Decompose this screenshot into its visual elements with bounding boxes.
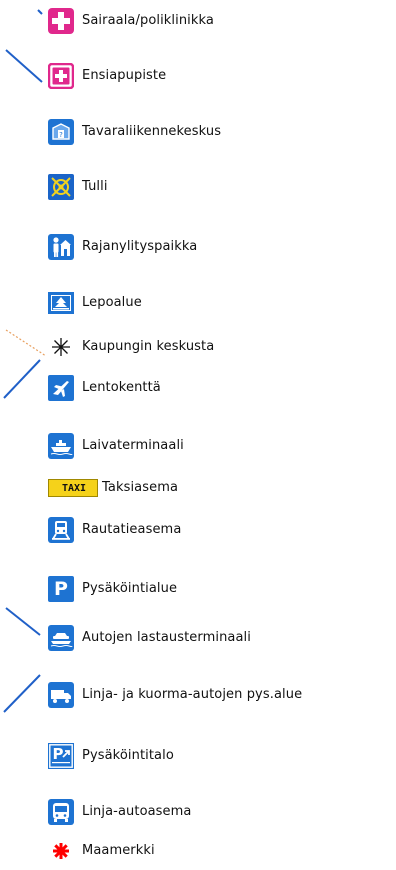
landmark-icon <box>48 838 74 864</box>
car-ferry-terminal-icon <box>48 625 74 651</box>
svg-text:?: ? <box>59 131 63 139</box>
railway-station-icon <box>48 517 74 543</box>
legend-label: Pysäköintialue <box>82 581 178 596</box>
city-center-icon <box>48 334 74 360</box>
legend-item-city-center: Kaupungin keskusta <box>48 332 214 362</box>
truck-parking-icon <box>48 682 74 708</box>
ship-terminal-icon <box>48 433 74 459</box>
parking-icon-text: P <box>54 578 68 600</box>
taxi-icon: TAXI <box>48 475 100 501</box>
legend-label: Autojen lastausterminaali <box>82 630 251 645</box>
map-legend: Sairaala/poliklinikka Ensiapupiste ? Tav… <box>0 0 396 870</box>
first-aid-icon <box>48 63 74 89</box>
parking-icon: P <box>48 576 74 602</box>
parking-garage-icon: P <box>48 743 74 769</box>
legend-item-hospital: Sairaala/poliklinikka <box>48 6 214 36</box>
parking-garage-icon-text: P <box>52 745 64 763</box>
legend-label: Lentokenttä <box>82 380 161 395</box>
legend-item-parking-garage: P Pysäköintitalo <box>48 741 174 771</box>
legend-item-first-aid: Ensiapupiste <box>48 61 166 91</box>
legend-label: Laivaterminaali <box>82 438 184 453</box>
legend-label: Taksiasema <box>102 480 179 495</box>
legend-label: Kaupungin keskusta <box>82 339 215 354</box>
legend-item-landmark: Maamerkki <box>48 836 155 866</box>
legend-item-ship-terminal: Laivaterminaali <box>48 431 184 461</box>
legend-label: Sairaala/poliklinikka <box>82 13 214 28</box>
legend-item-freight-center: ? Tavaraliikennekeskus <box>48 117 221 147</box>
legend-label: Linja-autoasema <box>82 804 192 819</box>
legend-label: Rautatieasema <box>82 522 182 537</box>
legend-item-customs: Tulli <box>48 172 108 202</box>
legend-item-rest-area: Lepoalue <box>48 288 142 318</box>
freight-center-icon: ? <box>48 119 74 145</box>
legend-label: Maamerkki <box>82 843 155 858</box>
legend-item-car-ferry-terminal: Autojen lastausterminaali <box>48 623 251 653</box>
legend-label: Tulli <box>82 179 108 194</box>
legend-label: Lepoalue <box>82 295 142 310</box>
legend-item-border-crossing: Rajanylityspaikka <box>48 232 197 262</box>
airport-icon <box>48 375 74 401</box>
customs-icon <box>48 174 74 200</box>
legend-label: Linja- ja kuorma-autojen pys.alue <box>82 687 303 702</box>
legend-label: Tavaraliikennekeskus <box>82 124 222 139</box>
legend-label: Rajanylityspaikka <box>82 239 198 254</box>
rest-area-icon <box>48 290 74 316</box>
taxi-icon-text: TAXI <box>61 482 87 494</box>
legend-item-truck-parking: Linja- ja kuorma-autojen pys.alue <box>48 680 302 710</box>
legend-item-airport: Lentokenttä <box>48 373 161 403</box>
bus-station-icon <box>48 799 74 825</box>
hospital-icon <box>48 8 74 34</box>
legend-item-bus-station: Linja-autoasema <box>48 797 192 827</box>
legend-label: Pysäköintitalo <box>82 748 174 763</box>
legend-item-parking: P Pysäköintialue <box>48 574 177 604</box>
legend-item-taxi: TAXI Taksiasema <box>48 473 178 503</box>
border-crossing-icon <box>48 234 74 260</box>
legend-label: Ensiapupiste <box>82 68 167 83</box>
legend-item-railway-station: Rautatieasema <box>48 515 181 545</box>
